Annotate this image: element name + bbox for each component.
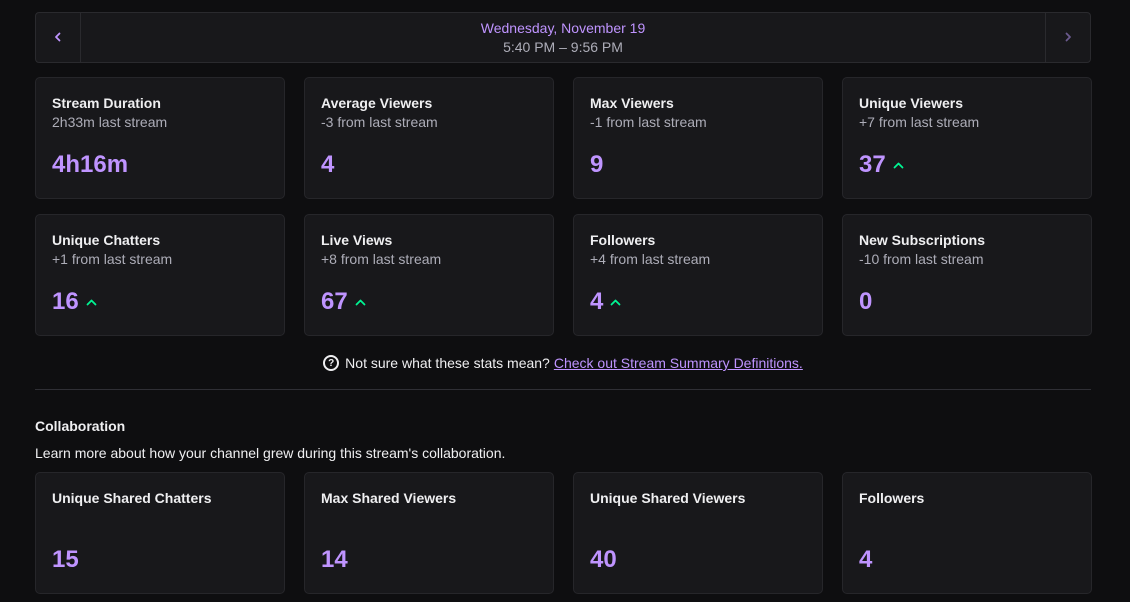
stat-card-followers: Followers 4 [842, 472, 1092, 594]
stat-title: Unique Shared Viewers [590, 490, 746, 506]
date-navigator: Wednesday, November 19 5:40 PM – 9:56 PM [35, 12, 1091, 63]
stat-title: Unique Shared Chatters [52, 490, 212, 506]
stat-card-followers: Followers +4 from last stream 4 [573, 214, 823, 336]
stat-value: 15 [52, 546, 79, 573]
stats-help: ? Not sure what these stats mean? Check … [35, 353, 1091, 373]
stat-cards: Stream Duration 2h33m last stream 4h16m Ave… [35, 77, 1092, 336]
stat-title: Stream Duration [52, 95, 161, 111]
stat-comparison: +1 from last stream [52, 251, 173, 267]
stat-comparison: 2h33m last stream [52, 114, 168, 130]
chevron-right-icon [1063, 29, 1073, 47]
stat-value: 4 [590, 288, 604, 315]
stream-time-range: 5:40 PM – 9:56 PM [503, 38, 623, 55]
stat-comparison: +7 from last stream [859, 114, 980, 130]
stream-date: Wednesday, November 19 5:40 PM – 9:56 PM [81, 13, 1045, 62]
stat-title: New Subscriptions [859, 232, 986, 248]
collaboration-cards: Unique Shared Chatters 15 Max Shared Viewe… [35, 472, 1092, 594]
stat-card-unique-viewers: Unique Viewers +7 from last stream 37 [842, 77, 1092, 199]
stat-value-row: 40 [590, 545, 617, 575]
stat-value: 67 [321, 288, 348, 315]
stat-card-average-viewers: Average Viewers -3 from last stream 4 [304, 77, 554, 199]
section-divider [35, 389, 1091, 390]
stat-value-row: 4 [321, 150, 334, 180]
stat-card-new-subscriptions: New Subscriptions -10 from last stream 0 [842, 214, 1092, 336]
stat-comparison: -1 from last stream [590, 114, 707, 130]
stat-value: 37 [859, 151, 886, 178]
stat-value-row: 16 [52, 287, 97, 317]
stat-title: Max Viewers [590, 95, 674, 111]
stat-value-row: 67 [321, 287, 366, 317]
collaboration-title: Collaboration [35, 418, 126, 434]
stat-card-max-viewers: Max Viewers -1 from last stream 9 [573, 77, 823, 199]
stat-title: Followers [590, 232, 656, 248]
stat-card-unique-shared-chatters: Unique Shared Chatters 15 [35, 472, 285, 594]
stat-value: 40 [590, 546, 617, 573]
stat-value: 0 [859, 288, 873, 315]
definitions-link[interactable]: Check out Stream Summary Definitions. [554, 355, 803, 371]
help-text: Not sure what these stats mean? [345, 355, 550, 371]
stat-comparison: +8 from last stream [321, 251, 442, 267]
stat-title: Unique Chatters [52, 232, 161, 248]
stat-comparison: -3 from last stream [321, 114, 438, 130]
stat-title: Unique Viewers [859, 95, 964, 111]
collaboration-description: Learn more about how your channel grew d… [35, 445, 506, 461]
stream-summary: Wednesday, November 19 5:40 PM – 9:56 PM… [35, 12, 1092, 594]
stat-value-row: 4 [590, 287, 621, 317]
stat-card-max-shared-viewers: Max Shared Viewers 14 [304, 472, 554, 594]
stat-card-stream-duration: Stream Duration 2h33m last stream 4h16m [35, 77, 285, 199]
next-stream-button[interactable] [1045, 13, 1090, 62]
stat-value-row: 0 [859, 287, 872, 317]
trend-up-icon [86, 298, 97, 306]
stat-value-row: 9 [590, 150, 603, 180]
stat-title: Average Viewers [321, 95, 433, 111]
stat-value: 9 [590, 151, 604, 178]
stat-value: 4h16m [52, 151, 129, 178]
stat-comparison: +4 from last stream [590, 251, 711, 267]
stat-title: Max Shared Viewers [321, 490, 457, 506]
stat-value: 4 [859, 546, 873, 573]
stat-comparison: -10 from last stream [859, 251, 984, 267]
stat-title: Live Views [321, 232, 393, 248]
chevron-left-icon [53, 29, 63, 47]
stat-value: 4 [321, 151, 335, 178]
stat-card-unique-chatters: Unique Chatters +1 from last stream 16 [35, 214, 285, 336]
previous-stream-button[interactable] [36, 13, 81, 62]
trend-up-icon [610, 298, 621, 306]
stat-value-row: 4 [859, 545, 872, 575]
stat-value-row: 37 [859, 150, 904, 180]
stat-value-row: 15 [52, 545, 79, 575]
stat-value: 16 [52, 288, 79, 315]
trend-up-icon [893, 161, 904, 169]
stream-day: Wednesday, November 19 [480, 19, 646, 36]
question-circle-icon: ? [323, 355, 340, 371]
stat-value-row: 14 [321, 545, 348, 575]
stat-value-row: 4h16m [52, 150, 128, 180]
stat-card-live-views: Live Views +8 from last stream 67 [304, 214, 554, 336]
stat-value: 14 [321, 546, 348, 573]
stat-card-unique-shared-viewers: Unique Shared Viewers 40 [573, 472, 823, 594]
stat-title: Followers [859, 490, 925, 506]
trend-up-icon [355, 298, 366, 306]
